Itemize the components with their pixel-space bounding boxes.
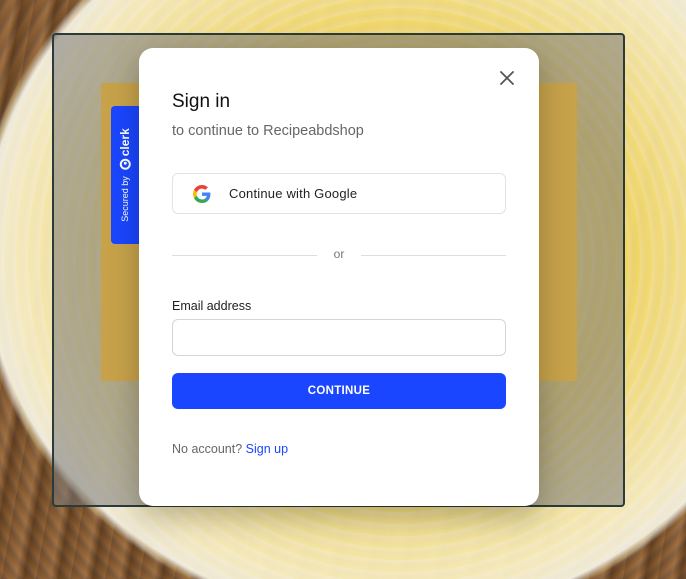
continue-with-google-button[interactable]: Continue with Google — [172, 173, 506, 214]
clerk-logo-icon — [119, 159, 131, 171]
signup-prompt: No account? Sign up — [172, 442, 288, 456]
continue-button[interactable]: CONTINUE — [172, 373, 506, 409]
sign-in-modal: Sign in to continue to Recipeabdshop Con… — [139, 48, 539, 506]
clerk-brand-text: clerk — [118, 128, 132, 157]
no-account-text: No account? — [172, 442, 243, 456]
email-label: Email address — [172, 299, 252, 313]
or-divider: or — [172, 245, 506, 265]
sign-up-link[interactable]: Sign up — [246, 442, 288, 456]
secured-by-text: Secured by — [120, 176, 130, 222]
clerk-brand: clerk — [118, 128, 132, 171]
divider-text: or — [333, 247, 345, 261]
google-icon — [193, 184, 211, 203]
modal-title: Sign in — [172, 91, 231, 112]
close-button[interactable] — [497, 68, 517, 88]
close-icon — [500, 71, 514, 85]
modal-subtitle: to continue to Recipeabdshop — [172, 123, 364, 139]
secured-by-clerk-badge[interactable]: Secured by clerk — [111, 106, 139, 244]
google-button-label: Continue with Google — [229, 186, 358, 201]
email-input[interactable] — [172, 319, 506, 356]
divider-line-right — [361, 255, 506, 256]
